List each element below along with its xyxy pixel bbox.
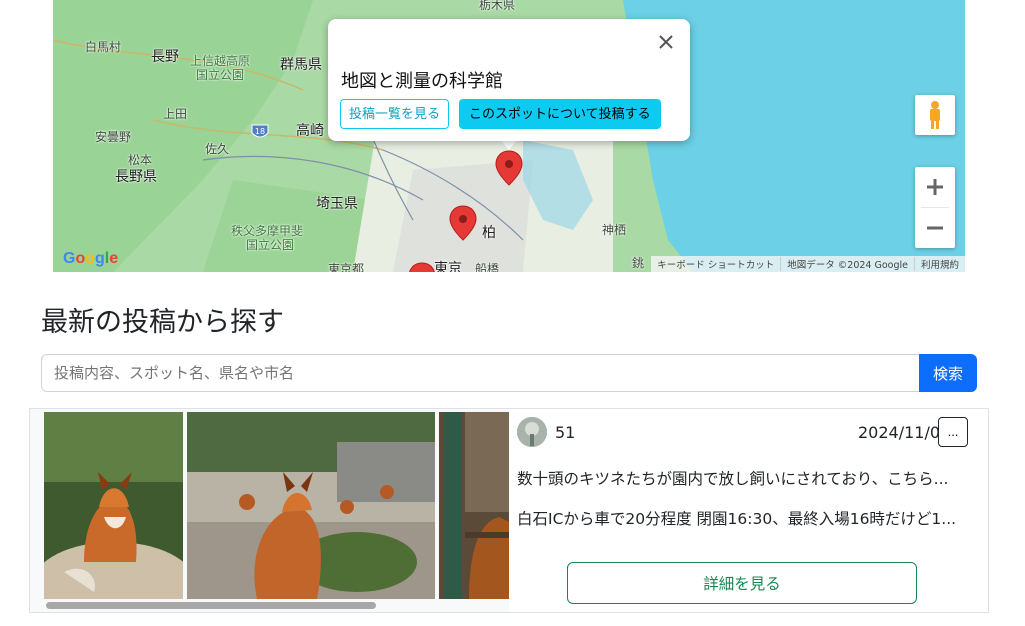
map-label: 埼玉県 (316, 196, 358, 212)
pegman-icon (930, 101, 940, 129)
zoom-in-button[interactable] (915, 167, 955, 207)
post-text: 白石ICから車で20分程度 閉園16:30、最終入場16時だけど1... (517, 510, 957, 528)
search-input[interactable] (41, 354, 921, 392)
more-options-button[interactable]: ... (938, 417, 968, 447)
map-label: 船橋 (475, 262, 500, 272)
highway-badge: 18 (251, 124, 269, 138)
map-label: 安曇野 (95, 130, 132, 144)
view-details-button[interactable]: 詳細を見る (567, 562, 917, 604)
post-photo[interactable] (187, 412, 435, 599)
map-label: 国立公園 (196, 68, 245, 82)
map-label: 高崎 (296, 123, 324, 139)
gallery-scrollbar[interactable] (44, 601, 509, 609)
section-title: 最新の投稿から探す (41, 307, 284, 338)
map-label: 柏 (482, 225, 496, 241)
photo-gallery[interactable] (30, 409, 509, 612)
map-label: 佐久 (205, 142, 230, 156)
scrollbar-thumb[interactable] (46, 602, 376, 609)
close-icon[interactable] (655, 31, 677, 53)
post-card: 51 2024/11/02 ... 数十頭のキツネたちが園内で放し飼いにされてお… (29, 408, 989, 613)
like-count: 51 (555, 423, 576, 442)
zoom-controls (915, 167, 955, 248)
map-label: 神栖 (602, 223, 627, 237)
zoom-out-button[interactable] (915, 208, 955, 248)
search-button[interactable]: 検索 (919, 354, 977, 392)
map-label: 群馬県 (280, 57, 322, 73)
map-label: 長野県 (115, 169, 157, 185)
map-marker-pin[interactable] (408, 262, 436, 272)
post-date: 2024/11/02 (858, 423, 951, 442)
keyboard-shortcuts-link[interactable]: キーボード ショートカット (651, 257, 780, 271)
map-data-text: 地図データ ©2024 Google (780, 257, 914, 271)
map-label: 栃木県 (479, 0, 516, 12)
street-view-button[interactable] (915, 95, 955, 135)
post-photo[interactable] (44, 412, 183, 599)
post-about-spot-button[interactable]: このスポットについて投稿する (459, 99, 661, 129)
map-marker-pin[interactable] (449, 205, 477, 241)
post-text: 数十頭のキツネたちが園内で放し飼いにされており、こちら... (517, 470, 949, 488)
fox-photo-image (439, 412, 509, 599)
avatar[interactable] (517, 417, 547, 447)
popup-title: 地図と測量の科学館 (341, 71, 503, 92)
map-label: 長野 (151, 49, 179, 65)
map-label: 白馬村 (85, 40, 122, 54)
map-label: 国立公園 (246, 238, 295, 252)
map-label: 銚 (632, 256, 645, 270)
svg-text:18: 18 (255, 127, 265, 136)
fox-photo-image (44, 412, 183, 599)
view-posts-button[interactable]: 投稿一覧を見る (340, 99, 450, 129)
terms-link[interactable]: 利用規約 (913, 257, 965, 271)
info-window: 地図と測量の科学館 投稿一覧を見る このスポットについて投稿する (328, 19, 690, 141)
map-attribution: キーボード ショートカット 地図データ ©2024 Google 利用規約 (651, 256, 965, 272)
google-logo: Google (63, 250, 119, 267)
map-label: 東京 (434, 261, 462, 272)
map-label: 上田 (163, 107, 188, 121)
map-view[interactable]: 栃木県 白馬村 長野 上信越高原 国立公園 群馬県 高崎 上田 安曇野 佐久 松… (53, 0, 965, 272)
post-photo[interactable] (439, 412, 509, 599)
fox-photo-image (187, 412, 435, 599)
map-label: 東京都 (328, 262, 365, 272)
avatar-image (517, 417, 547, 447)
map-marker-pin[interactable] (495, 150, 523, 186)
